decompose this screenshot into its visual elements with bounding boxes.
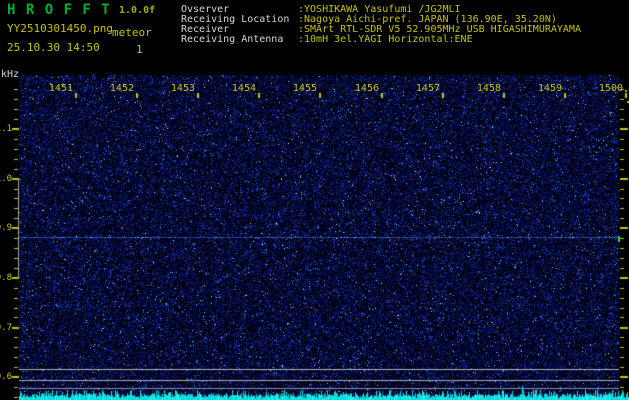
x-tick-label: 1457 xyxy=(415,83,440,94)
info-value: :10mH 3el.YAGI Horizontal:ENE xyxy=(298,34,473,45)
info-label: Receiver xyxy=(181,24,230,35)
y-tick-label: 1.0 xyxy=(0,174,12,184)
x-tick-label: 1456 xyxy=(354,83,379,94)
x-tick-label: 1455 xyxy=(292,83,317,94)
info-label: Receiving Location xyxy=(181,14,290,25)
app-title: H R O F F T xyxy=(7,2,111,18)
x-tick-label: 1451 xyxy=(48,83,73,94)
y-tick-label: 0.9 xyxy=(0,223,12,233)
info-row-location: Receiving Location :Nagoya Aichi-pref. J… xyxy=(181,14,581,25)
hrofft-output: H R O F F T 1.0.0f YY2510301450.png mete… xyxy=(0,0,629,400)
station-info-block: Ovserver :YOSHIKAWA Yasufumi /JG2MLI Rec… xyxy=(181,4,581,45)
y-tick-label: 0.8 xyxy=(0,273,12,283)
info-value: :SMArt RTL-SDR V5 52.905MHz USB HIGASHIM… xyxy=(298,24,581,35)
x-tick-label: 1459 xyxy=(537,83,562,94)
x-tick-label: 1458 xyxy=(476,83,501,94)
sequence-number: 1 xyxy=(136,43,143,56)
y-axis-unit-label: kHz xyxy=(1,69,20,80)
info-value: :Nagoya Aichi-pref. JAPAN (136.90E, 35.2… xyxy=(298,14,557,25)
spectrogram-canvas xyxy=(0,0,629,400)
filename-label: YY2510301450.png xyxy=(7,22,113,35)
y-tick-label: 0.7 xyxy=(0,323,12,333)
x-tick-label: 1452 xyxy=(109,83,134,94)
info-label: Ovserver xyxy=(181,4,230,15)
x-tick-label: 1454 xyxy=(231,83,256,94)
mode-label: meteor xyxy=(112,26,152,39)
info-row-observer: Ovserver :YOSHIKAWA Yasufumi /JG2MLI xyxy=(181,4,581,15)
y-tick-label: 0.6 xyxy=(0,372,12,382)
info-row-antenna: Receiving Antenna :10mH 3el.YAGI Horizon… xyxy=(181,34,581,45)
x-tick-label: 1500 xyxy=(598,83,623,94)
x-tick-label: 1453 xyxy=(170,83,195,94)
datetime-label: 25.10.30 14:50 xyxy=(7,41,100,54)
info-value: :YOSHIKAWA Yasufumi /JG2MLI xyxy=(298,4,461,15)
info-label: Receiving Antenna xyxy=(181,34,284,45)
info-row-receiver: Receiver :SMArt RTL-SDR V5 52.905MHz USB… xyxy=(181,24,581,35)
y-tick-label: 1.1 xyxy=(0,124,12,134)
version-label: 1.0.0f xyxy=(119,5,156,16)
